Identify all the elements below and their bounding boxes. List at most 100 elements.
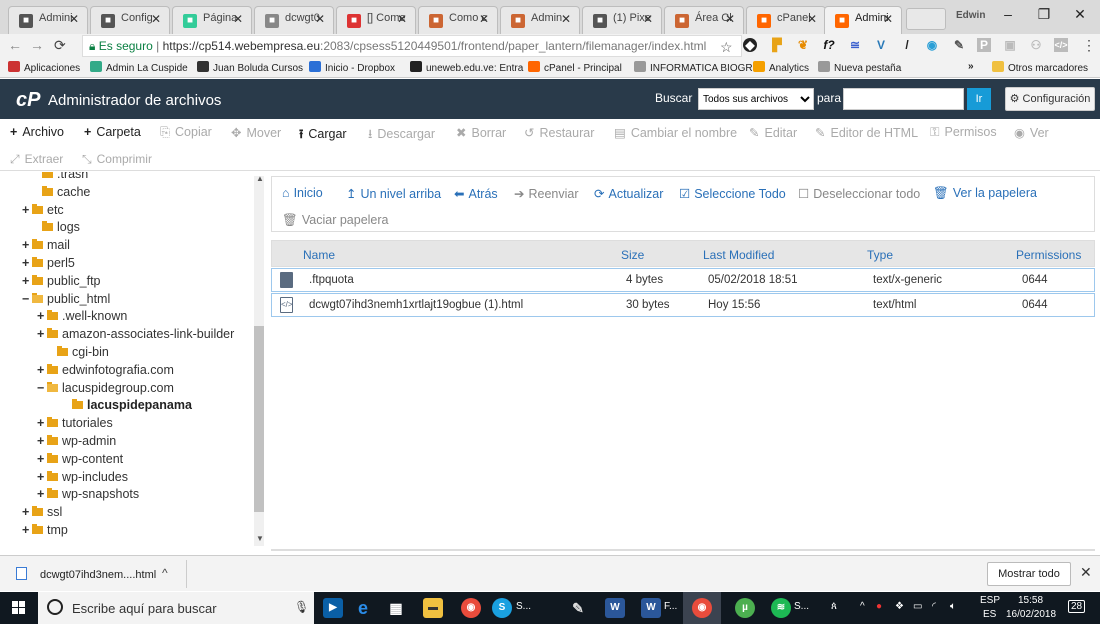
minimize-icon[interactable]: –	[996, 6, 1020, 22]
tree-folder-item[interactable]: + edwinfotografia.com	[37, 363, 174, 377]
show-all-downloads-button[interactable]: Mostrar todo	[987, 562, 1071, 586]
browser-tab[interactable]: ■ (1) Pixe ✕	[582, 6, 662, 34]
settings-button[interactable]: ⚙ Configuración	[1005, 87, 1095, 111]
close-tab-icon[interactable]: ✕	[883, 12, 893, 26]
extension-icon-3[interactable]: ❦	[796, 38, 810, 52]
chrome-icon-2[interactable]: ◉	[692, 598, 712, 618]
word-icon-2[interactable]: W	[641, 598, 661, 618]
toolbar-copiar-button[interactable]: ⎘ Copiar	[160, 125, 212, 140]
extension-icon-2[interactable]: ▛	[770, 38, 784, 52]
extension-icon-6[interactable]: V	[874, 38, 888, 52]
toolbar-cargar-button[interactable]: ⭱ Cargar	[299, 125, 347, 146]
spotify-icon[interactable]: ≋	[771, 598, 791, 618]
tray-app-icon[interactable]: ●	[876, 601, 882, 612]
tree-folder-item[interactable]: + wp-content	[37, 452, 123, 466]
expand-icon[interactable]: +	[37, 470, 47, 484]
windows-start-icon[interactable]	[12, 601, 26, 615]
browser-tab[interactable]: ■ Página ✕	[172, 6, 252, 34]
nav-atrás-button[interactable]: ⬅ Atrás	[454, 186, 498, 201]
extension-icon-5[interactable]: ≅	[848, 38, 862, 52]
close-tab-icon[interactable]: ✕	[315, 12, 325, 26]
tree-folder-item[interactable]: lacuspidepanama	[72, 398, 192, 412]
tree-scrollbar-thumb[interactable]	[254, 326, 264, 512]
browser-tab[interactable]: ■ Admini ✕	[824, 6, 902, 34]
close-tab-icon[interactable]: ✕	[397, 12, 407, 26]
tree-folder-item[interactable]: − public_html	[22, 292, 110, 306]
extension-icon-7[interactable]: /	[900, 38, 914, 52]
bookmark-star-icon[interactable]: ☆	[720, 39, 733, 56]
toolbar-ver-button[interactable]: ◉ Ver	[1014, 125, 1049, 140]
word-icon-1[interactable]: W	[605, 598, 625, 618]
tree-folder-item[interactable]: + perl5	[22, 256, 75, 270]
file-explorer-icon[interactable]: ▬	[423, 598, 443, 618]
toolbar-carpeta-button[interactable]: + Carpeta	[84, 125, 141, 139]
extension-icon-8[interactable]: ◉	[925, 38, 939, 52]
tree-folder-item[interactable]: logs	[42, 220, 80, 234]
search-scope-select[interactable]: Todos sus archivos	[698, 88, 814, 110]
close-window-icon[interactable]: ✕	[1068, 6, 1092, 23]
tree-folder-item[interactable]: + mail	[22, 238, 70, 252]
column-name[interactable]: Name	[303, 248, 335, 262]
nav-deseleccionar-todo-button[interactable]: ☐ Deseleccionar todo	[798, 186, 920, 201]
tree-folder-item[interactable]: cache	[42, 185, 90, 199]
clock-time[interactable]: 15:58	[1018, 595, 1043, 606]
close-tab-icon[interactable]: ✕	[69, 12, 79, 26]
notepad-icon[interactable]: ✎	[568, 598, 588, 618]
scroll-up-icon[interactable]: ▲	[256, 174, 264, 183]
other-bookmarks-folder[interactable]: Otros marcadores	[992, 61, 1088, 74]
battery-icon[interactable]: ▭	[913, 601, 922, 612]
close-download-bar-icon[interactable]: ✕	[1080, 564, 1092, 581]
expand-icon[interactable]: +	[37, 487, 47, 501]
url-input[interactable]: 🔒︎ Es seguro | https://cp514.webempresa.…	[82, 35, 742, 57]
reload-icon[interactable]: ⟳	[54, 37, 66, 54]
bookmarks-overflow-button[interactable]: »	[968, 61, 974, 72]
nav-seleccione-todo-button[interactable]: ☑ Seleccione Todo	[679, 186, 786, 201]
browser-tab[interactable]: ■ Admin ✕	[500, 6, 580, 34]
bookmark-item[interactable]: Admin La Cuspide	[90, 61, 188, 74]
expand-icon[interactable]: +	[22, 238, 32, 252]
restore-icon[interactable]: ❐	[1032, 6, 1056, 23]
tree-folder-item[interactable]: + tutoriales	[37, 416, 113, 430]
browser-tab[interactable]: ■ Área Cl ✕	[664, 6, 744, 34]
scroll-down-icon[interactable]: ▼	[256, 534, 264, 543]
search-go-button[interactable]: Ir	[967, 88, 991, 110]
search-input[interactable]	[843, 88, 964, 110]
volume-icon[interactable]: 🔈︎	[950, 601, 956, 612]
tree-folder-item[interactable]: + amazon-associates-link-builder	[37, 327, 234, 341]
toolbar-cambiar-el-nombre-button[interactable]: ▤ Cambiar el nombre	[614, 125, 737, 140]
people-icon[interactable]: ጰ	[831, 601, 837, 612]
toolbar-extraer-button[interactable]: ⤢ Extraer	[10, 152, 63, 167]
expand-icon[interactable]: +	[37, 452, 47, 466]
expand-icon[interactable]: +	[37, 434, 47, 448]
taskbar-search-box[interactable]: Escribe aquí para buscar 🎙︎	[38, 592, 314, 624]
task-view-icon[interactable]: ▶	[323, 598, 343, 618]
nav-vaciar-papelera-button[interactable]: 🗑 Vaciar papelera	[282, 213, 389, 228]
browser-tab[interactable]: ■[] Come ✕	[336, 6, 416, 34]
nav-reenviar-button[interactable]: ➔ Reenviar	[514, 186, 579, 201]
browser-tab[interactable]: ■ dcwgt0 ✕	[254, 6, 334, 34]
bookmark-item[interactable]: Juan Boluda Cursos	[197, 61, 303, 74]
bookmark-item[interactable]: cPanel - Principal	[528, 61, 622, 74]
browser-menu-icon[interactable]: ⋮	[1082, 37, 1096, 54]
table-row[interactable]: </> dcwgt07ihd3nemh1xrtlajt19ogbue (1).ht…	[271, 293, 1095, 317]
nav-ver-la-papelera-button[interactable]: 🗑 Ver la papelera	[933, 186, 1037, 201]
bookmark-item[interactable]: Inicio - Dropbox	[309, 61, 395, 74]
cpanel-logo[interactable]: cP	[16, 89, 40, 112]
expand-icon[interactable]: +	[22, 505, 32, 519]
chevron-up-icon[interactable]: ^	[162, 566, 168, 580]
tree-folder-item[interactable]: + wp-includes	[37, 470, 128, 484]
notification-center-icon[interactable]: 28	[1068, 600, 1086, 613]
forward-icon[interactable]: →	[30, 37, 44, 53]
expand-icon[interactable]: +	[22, 523, 32, 537]
toolbar-comprimir-button[interactable]: ⤡ Comprimir	[82, 152, 152, 167]
extension-icon-13[interactable]: </>	[1054, 38, 1068, 52]
nav-inicio-button[interactable]: ⌂ Inicio	[282, 186, 323, 200]
bookmark-item[interactable]: Nueva pestaña	[818, 61, 901, 74]
tray-expand-icon[interactable]: ^	[860, 601, 865, 612]
expand-icon[interactable]: +	[37, 309, 47, 323]
tree-folder-item[interactable]: + etc	[22, 203, 64, 217]
skype-icon[interactable]: S	[492, 598, 512, 618]
back-icon[interactable]: ←	[8, 37, 22, 53]
column-permissions[interactable]: Permissions	[1016, 248, 1081, 262]
collapse-icon[interactable]: −	[37, 381, 47, 395]
